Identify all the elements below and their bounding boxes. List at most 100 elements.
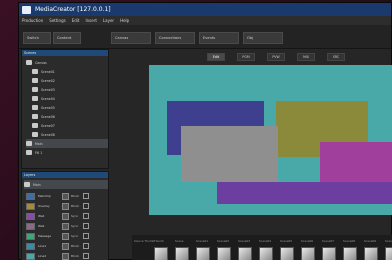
connections-button[interactable]: Connections [155,32,195,44]
tab-src[interactable]: SRC [327,53,345,61]
scene-item-label: Scene04 [41,96,55,101]
menu-settings[interactable]: Settings [49,18,65,23]
title-bar[interactable]: MediaCreator [127.0.0.1] [19,3,391,16]
layer-row[interactable]: Line1 Block [24,241,108,251]
layer-thumbnail [26,222,35,230]
thumbnail[interactable] [196,247,210,260]
layer-visible-checkbox[interactable] [83,193,89,199]
layer-visible-checkbox[interactable] [83,223,89,229]
thumbnail[interactable] [154,247,168,260]
layer-edit-icon[interactable] [62,222,69,230]
layer-rect-purple[interactable] [217,182,392,204]
app-logo-icon [22,5,31,14]
content-button[interactable]: Content [53,32,81,44]
thumbnail[interactable] [343,247,357,260]
scene-item[interactable]: Scene06 [32,112,108,121]
scene-icon [32,114,38,119]
layer-visible-checkbox[interactable] [83,253,89,259]
scene-item-label: Scene06 [41,114,55,119]
canvas-button[interactable]: Canvas [111,32,151,44]
scenes-panel: Scenes Canvas Scene01 Scene02 Scene03 Scene0… [21,49,109,169]
layer-name: Line1 [38,244,47,248]
scene-item-label: Scene01 [41,69,55,74]
thumbnail[interactable] [364,247,378,260]
layer-group-main[interactable]: Main [24,180,108,189]
events-button[interactable]: Events [199,32,239,44]
folder-icon [24,182,30,187]
layer-edit-icon[interactable] [62,192,69,200]
thumb-label: Scene08 [343,239,356,243]
layer-row[interactable]: Message Sync [24,231,108,241]
app-window: MediaCreator [127.0.0.1] Production Sett… [18,2,392,260]
layer-mode: Block [71,254,80,258]
layer-visible-checkbox[interactable] [83,203,89,209]
layer-name: Line2 [38,254,47,258]
layer-thumbnail [26,212,35,220]
tab-pvw[interactable]: PVW [267,53,285,61]
thumb-label: Scene [175,239,184,243]
canvas-preview[interactable] [149,65,392,215]
scene-item[interactable]: Scene01 [32,67,108,76]
canvas-area: Edit PGM PVW MIX SRC ↺Select✂Crop⟲Transf… [111,49,392,259]
layer-row[interactable]: Overlay Block [24,201,108,211]
layer-visible-checkbox[interactable] [83,233,89,239]
layer-edit-icon[interactable] [62,252,69,260]
scene-item[interactable]: Main [26,139,108,148]
scene-item[interactable]: Scene04 [32,94,108,103]
layer-mode: Block [71,194,80,198]
scene-icon [32,87,38,92]
layer-name: Overlay [38,204,50,208]
thumbnail[interactable] [238,247,252,260]
menu-help[interactable]: Help [120,18,129,23]
scene-item[interactable]: Scene07 [32,121,108,130]
scene-item[interactable]: Scene08 [32,130,108,139]
thumbnail[interactable] [175,247,189,260]
layer-row[interactable]: Wall Sync [24,221,108,231]
layer-edit-icon[interactable] [62,212,69,220]
scene-item[interactable]: Fill 1 [26,148,108,157]
thumbnail[interactable] [322,247,336,260]
scene-item[interactable]: Canvas [26,58,108,67]
menu-edit[interactable]: Edit [72,18,80,23]
scene-icon [32,69,38,74]
scene-icon [26,141,32,146]
thumb-label: Scene03 [238,239,251,243]
layer-rect-gray[interactable] [181,126,278,182]
scene-item[interactable]: Scene03 [32,85,108,94]
tab-mix[interactable]: MIX [297,53,315,61]
scene-item-label: Scene02 [41,78,55,83]
thumbnail[interactable] [385,247,392,260]
menu-layer[interactable]: Layer [103,18,114,23]
layer-mode: Block [71,244,80,248]
thumbnail[interactable] [280,247,294,260]
layer-thumbnail [26,202,35,210]
scenes-header: Scenes [22,50,108,56]
layer-thumbnail [26,192,35,200]
layer-edit-icon[interactable] [62,232,69,240]
scene-icon [32,132,38,137]
layer-name: Message [38,234,52,238]
tab-pgm[interactable]: PGM [237,53,255,61]
scene-icon [32,123,38,128]
layer-mode: Block [71,204,80,208]
thumbnail[interactable] [217,247,231,260]
thumbnail[interactable] [301,247,315,260]
tab-edit[interactable]: Edit [207,53,225,61]
layer-row[interactable]: Wall Sync [24,211,108,221]
layer-edit-icon[interactable] [62,242,69,250]
thumbnail[interactable] [259,247,273,260]
menu-production[interactable]: Production [22,18,43,23]
layer-row[interactable]: MainClip Block [24,191,108,201]
layer-edit-icon[interactable] [62,202,69,210]
scene-item[interactable]: Scene05 [32,103,108,112]
obj-button[interactable]: Obj [243,32,283,44]
switch-button[interactable]: Switch [23,32,51,44]
scene-item[interactable]: Scene02 [32,76,108,85]
scene-item-label: Canvas [35,60,47,65]
scene-item-label: Scene07 [41,123,55,128]
menu-insert[interactable]: Insert [85,18,96,23]
layer-visible-checkbox[interactable] [83,243,89,249]
layer-visible-checkbox[interactable] [83,213,89,219]
layer-name: Wall [38,224,45,228]
layer-row[interactable]: Line2 Block [24,251,108,260]
